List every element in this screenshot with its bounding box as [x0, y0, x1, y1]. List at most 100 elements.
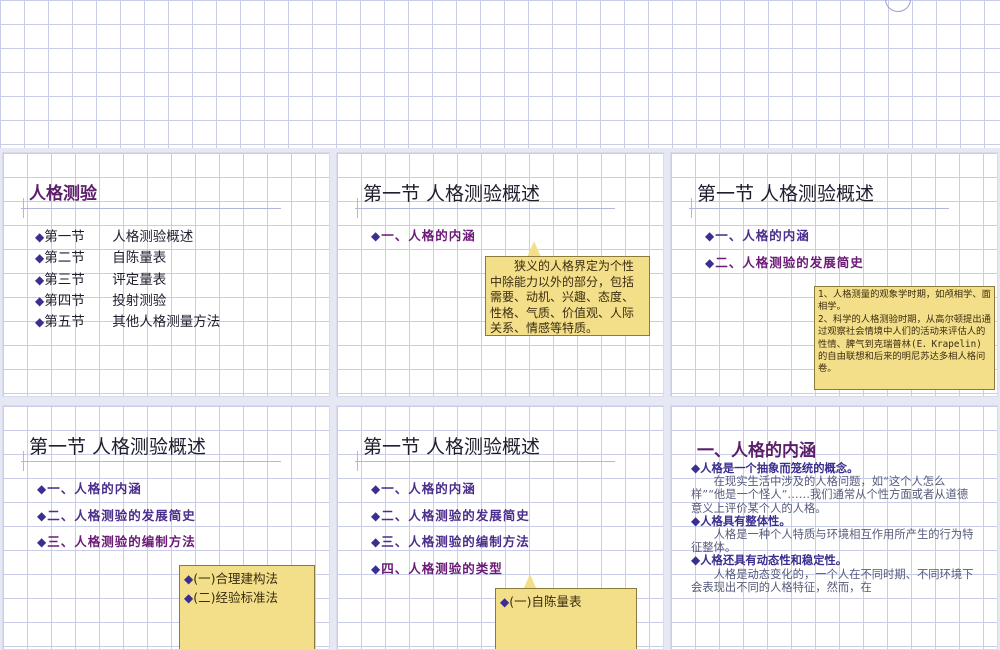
heading-text: 二、人格测验的发展简史 [715, 254, 864, 270]
slide-title: 第一节 人格测验概述 [363, 183, 541, 205]
slide-thumbnail-5[interactable]: 第一节 人格测验概述 ◆一、人格的内涵 ◆二、人格测验的发展简史 ◆三、人格测验… [336, 405, 664, 650]
slide-title: 第一节 人格测验概述 [697, 183, 875, 205]
heading-text: 三、人格测验的编制方法 [381, 534, 530, 549]
sub-item-text: (二)经验标准法 [193, 590, 278, 605]
diamond-bullet-icon: ◆ [691, 553, 701, 568]
block-heading: 人格还具有动态性和稳定性。 [700, 553, 848, 568]
sub-list: ◆(一)合理建构法 ◆(二)经验标准法 [180, 566, 314, 608]
list-item: ◆第四节 投射测验 [35, 289, 220, 310]
heading-list: ◆一、人格的内涵 [371, 225, 476, 252]
heading-list: ◆一、人格的内涵 ◆二、人格测验的发展简史 ◆三、人格测验的编制方法 ◆四、人格… [371, 478, 530, 584]
block-heading: 人格具有整体性。 [700, 513, 791, 528]
divider [355, 461, 615, 462]
list-item: ◆第一节 人格测验概述 [35, 225, 220, 246]
divider [689, 208, 949, 209]
slide-thumbnail-4[interactable]: 第一节 人格测验概述 ◆一、人格的内涵 ◆二、人格测验的发展简史 ◆三、人格测验… [2, 405, 330, 650]
body-block: ◆人格具有整体性。 [691, 513, 976, 528]
body-block: ◆人格还具有动态性和稳定性。 [691, 554, 976, 567]
toc-list: ◆第一节 人格测验概述 ◆第二节 自陈量表 ◆第三节 评定量表 ◆第四节 投射测验 ◆第… [35, 225, 220, 331]
slide-thumbnail-2[interactable]: 第一节 人格测验概述 ◆一、人格的内涵 狭义的人格界定为个性中除能力以外的部分，… [336, 152, 664, 397]
heading-list: ◆一、人格的内涵 ◆二、人格测验的发展简史 ◆三、人格测验的编制方法 [37, 478, 196, 558]
block-text: 人格是一种个人特质与环境相互作用所产生的行为特征整体。 [691, 528, 974, 555]
slide-thumbnail-3[interactable]: 第一节 人格测验概述 ◆一、人格的内涵 ◆二、人格测验的发展简史 1、人格测量的… [670, 152, 998, 397]
heading-text: 三、人格测验的编制方法 [47, 534, 196, 549]
list-item: ◆第五节 其他人格测量方法 [35, 310, 220, 331]
heading-text: 二、人格测验的发展简史 [381, 507, 530, 523]
decorative-circle-icon [885, 0, 911, 12]
slide-title: 第一节 人格测验概述 [29, 436, 207, 458]
diamond-bullet-icon: ◆ [37, 482, 48, 496]
slide-thumbnail-1[interactable]: 人格测验 ◆第一节 人格测验概述 ◆第二节 自陈量表 ◆第三节 评定量表 ◆第四节 投射… [2, 152, 330, 397]
heading-text: 四、人格测验的类型 [381, 560, 503, 576]
block-text: 人格是动态变化的，一个人在不同时期、不同环境下会表现出不同的人格特征，然而，在 [691, 567, 974, 594]
heading-text: 一、人格的内涵 [715, 228, 810, 243]
list-item: ◆三、人格测验的编制方法 [37, 531, 196, 558]
callout-note: ◆(一)合理建构法 ◆(二)经验标准法 [179, 565, 315, 649]
list-item: ◆二、人格测验的发展简史 [371, 505, 530, 532]
list-item: ◆(一)自陈量表 [500, 591, 632, 610]
divider [21, 461, 281, 462]
diamond-bullet-icon: ◆ [35, 272, 45, 287]
divider [691, 198, 692, 218]
list-item: ◆二、人格测验的发展简史 [705, 252, 864, 279]
diamond-bullet-icon: ◆ [184, 572, 194, 586]
section-number: 第五节 [44, 314, 85, 331]
divider [355, 208, 615, 209]
divider [23, 198, 24, 218]
diamond-bullet-icon: ◆ [371, 229, 382, 243]
slide-title: 第一节 人格测验概述 [363, 436, 541, 458]
callout-note: 1、人格测量的观象学时期，如颅相学、面相学。 2、科学的人格测验时期，从高尔顿提… [814, 286, 995, 390]
section-name: 其他人格测量方法 [112, 314, 221, 331]
diamond-bullet-icon: ◆ [35, 230, 45, 244]
list-item: ◆三、人格测验的编制方法 [371, 531, 530, 558]
heading-text: 二、人格测验的发展简史 [47, 507, 196, 523]
divider [21, 208, 281, 209]
diamond-bullet-icon: ◆ [184, 591, 194, 605]
list-item: ◆一、人格的内涵 [37, 478, 196, 505]
block-text: 在现实生活中涉及的人格问题，如“这个人怎么样”“他是一个怪人”……我们通常从个性… [691, 475, 969, 515]
diamond-bullet-icon: ◆ [371, 482, 382, 496]
divider [23, 451, 24, 471]
block-heading: 人格是一个抽象而笼统的概念。 [700, 461, 859, 475]
diamond-bullet-icon: ◆ [705, 255, 716, 270]
heading-list: ◆一、人格的内涵 ◆二、人格测验的发展简史 [705, 225, 864, 278]
list-item: ◆(二)经验标准法 [184, 587, 310, 606]
sub-item-text: (一)合理建构法 [193, 571, 278, 586]
section-name: 人格测验概述 [112, 229, 194, 245]
list-item: ◆四、人格测验的类型 [371, 558, 530, 585]
diamond-bullet-icon: ◆ [37, 535, 48, 549]
list-item: ◆第三节 评定量表 [35, 268, 220, 289]
divider [357, 451, 358, 471]
callout-note: ◆(一)自陈量表 [495, 588, 637, 649]
diamond-bullet-icon: ◆ [371, 535, 382, 549]
section-number: 第二节 [44, 250, 85, 267]
diamond-bullet-icon: ◆ [705, 229, 716, 243]
section-number: 第三节 [44, 271, 85, 288]
diamond-bullet-icon: ◆ [691, 513, 701, 528]
heading-text: 一、人格的内涵 [47, 481, 142, 496]
slide-title: 人格测验 [29, 184, 97, 204]
section-name: 投射测验 [112, 292, 167, 309]
diamond-bullet-icon: ◆ [35, 251, 45, 266]
list-item: ◆一、人格的内涵 [371, 225, 476, 252]
diamond-bullet-icon: ◆ [371, 561, 382, 576]
slide-body: ◆人格是一个抽象而笼统的概念。 在现实生活中涉及的人格问题，如“这个人怎么样”“… [691, 461, 976, 594]
callout-pointer [527, 241, 541, 257]
list-item: ◆一、人格的内涵 [705, 225, 864, 252]
list-item: ◆一、人格的内涵 [371, 478, 530, 505]
heading-text: 一、人格的内涵 [381, 228, 476, 243]
diamond-bullet-icon: ◆ [500, 595, 510, 609]
diamond-bullet-icon: ◆ [691, 461, 701, 475]
sub-list: ◆(一)自陈量表 [496, 589, 636, 612]
body-block: ◆人格是一个抽象而笼统的概念。 [691, 461, 976, 475]
previous-slide-bottom[interactable] [0, 0, 1000, 148]
slide-thumbnail-6[interactable]: 一、人格的内涵 ◆人格是一个抽象而笼统的概念。 在现实生活中涉及的人格问题，如“… [670, 405, 998, 650]
diamond-bullet-icon: ◆ [37, 508, 48, 523]
slide-title: 一、人格的内涵 [697, 441, 816, 461]
section-name: 评定量表 [112, 271, 167, 288]
list-item: ◆二、人格测验的发展简史 [37, 505, 196, 532]
list-item: ◆(一)合理建构法 [184, 568, 310, 587]
diamond-bullet-icon: ◆ [35, 293, 45, 308]
heading-text: 一、人格的内涵 [381, 481, 476, 496]
section-number: 第四节 [44, 292, 85, 309]
